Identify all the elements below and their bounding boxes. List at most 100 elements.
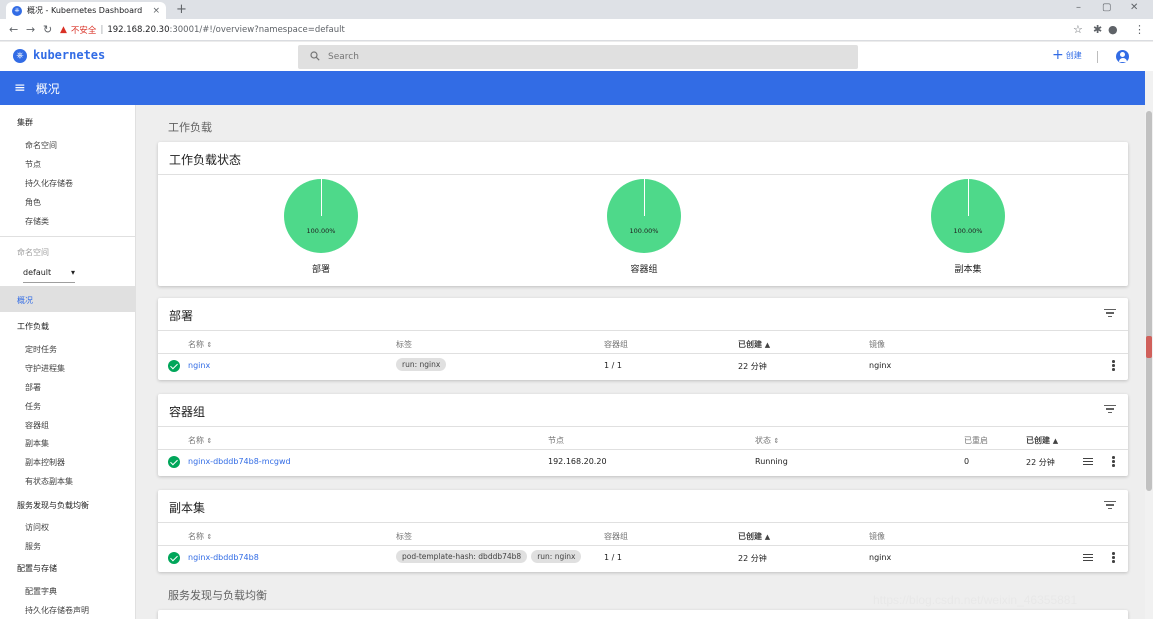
create-button[interactable]: + 创建	[1052, 48, 1082, 62]
more-vert-icon[interactable]	[1112, 552, 1115, 564]
check-circle-icon	[168, 456, 180, 468]
table-row: nginx run: nginx 1 / 1 22 分钟 nginx	[158, 354, 1128, 378]
card-header: 工作负载状态	[158, 142, 1128, 175]
sidebar-item-persistent-volumes[interactable]: 持久化存储卷	[25, 178, 73, 189]
col-created[interactable]: 已创建 ▲	[738, 531, 770, 542]
account-icon[interactable]	[1116, 50, 1129, 63]
pod-name-link[interactable]: nginx-dbddb74b8-mcgwd	[188, 457, 291, 466]
page-scrollbar[interactable]	[1145, 71, 1153, 619]
pie-chart: 100.00%	[931, 179, 1005, 253]
pods-cell: 1 / 1	[604, 553, 622, 562]
logs-icon[interactable]	[1083, 554, 1093, 562]
sidebar-item-cronjobs[interactable]: 定时任务	[25, 344, 57, 355]
search-box[interactable]	[298, 45, 858, 69]
search-input[interactable]	[328, 52, 728, 62]
warning-icon: ▲	[60, 25, 67, 35]
sidebar-item-workloads[interactable]: 工作负载	[17, 321, 49, 332]
sidebar: 集群 命名空间 节点 持久化存储卷 角色 存储类 命名空间 default ▾ …	[0, 105, 136, 619]
bookmark-star-icon[interactable]: ☆	[1073, 23, 1083, 36]
label-chip: pod-template-hash: dbddb74b8	[396, 550, 528, 563]
sidebar-item-overview[interactable]: 概况	[17, 295, 33, 306]
sidebar-item-replication-controllers[interactable]: 副本控制器	[25, 457, 65, 468]
browser-menu-icon[interactable]: ⋮	[1134, 23, 1145, 36]
sidebar-item-namespaces[interactable]: 命名空间	[25, 140, 57, 151]
header-divider	[1097, 51, 1098, 63]
maximize-icon[interactable]: ▢	[1102, 2, 1111, 13]
col-name[interactable]: 名称 ⇕	[188, 531, 212, 542]
sidebar-item-discovery[interactable]: 服务发现与负载均衡	[17, 500, 89, 511]
profile-icon[interactable]: ●	[1108, 23, 1118, 36]
sidebar-item-deployments[interactable]: 部署	[25, 382, 41, 393]
extensions-icon[interactable]: ✱	[1093, 23, 1102, 36]
pods-cell: 1 / 1	[604, 361, 622, 370]
sidebar-item-storage-classes[interactable]: 存储类	[25, 216, 49, 227]
insecure-label: 不安全	[70, 26, 97, 36]
namespace-label: 命名空间	[17, 248, 49, 257]
sidebar-item-cluster[interactable]: 集群	[17, 117, 33, 128]
tab-close-icon[interactable]: ×	[152, 6, 160, 16]
minimize-icon[interactable]: –	[1076, 2, 1081, 13]
sidebar-item-nodes[interactable]: 节点	[25, 159, 41, 170]
col-status[interactable]: 状态 ⇕	[755, 435, 779, 446]
replicaset-name-link[interactable]: nginx-dbddb74b8	[188, 553, 259, 562]
back-icon[interactable]: ←	[9, 23, 18, 36]
sidebar-item-daemonsets[interactable]: 守护进程集	[25, 363, 65, 374]
filter-icon[interactable]	[1104, 501, 1116, 511]
pods-pie[interactable]: 100.00% 容器组	[584, 179, 704, 275]
replicasets-card: 副本集 名称 ⇕ 标签 容器组 已创建 ▲ 镜像 nginx-dbddb74b8…	[158, 490, 1128, 572]
sidebar-item-pods[interactable]: 容器组	[25, 420, 49, 431]
reload-icon[interactable]: ↻	[43, 23, 52, 36]
table-header: 名称 ⇕ 标签 容器组 已创建 ▲ 镜像	[158, 523, 1128, 546]
pie-chart: 100.00%	[284, 179, 358, 253]
sidebar-item-pvcs[interactable]: 持久化存储卷声明	[25, 605, 89, 616]
col-restarts: 已重启	[964, 436, 988, 445]
kubernetes-logo-icon[interactable]: ⎈	[13, 49, 27, 63]
col-images: 镜像	[869, 532, 885, 541]
window-close-icon[interactable]: ✕	[1130, 2, 1138, 13]
tab-title: 概况 - Kubernetes Dashboard	[27, 6, 143, 15]
sidebar-item-ingresses[interactable]: 访问权	[25, 522, 49, 533]
brand-name[interactable]: kubernetes	[33, 48, 105, 62]
more-vert-icon[interactable]	[1112, 360, 1115, 372]
sidebar-item-replicasets[interactable]: 副本集	[25, 438, 49, 449]
browser-tab[interactable]: ⎈ 概况 - Kubernetes Dashboard ×	[6, 2, 166, 19]
more-vert-icon[interactable]	[1112, 456, 1115, 468]
card-header: 容器组	[158, 394, 1128, 427]
col-created[interactable]: 已创建 ▲	[738, 339, 770, 350]
col-name[interactable]: 名称 ⇕	[188, 339, 212, 350]
new-tab-button[interactable]: +	[176, 2, 187, 17]
browser-tabbar: ⎈ 概况 - Kubernetes Dashboard × + – ▢ ✕	[0, 0, 1153, 19]
create-label: 创建	[1065, 50, 1082, 60]
col-name[interactable]: 名称 ⇕	[188, 435, 212, 446]
logs-icon[interactable]	[1083, 458, 1093, 466]
pie-label: 容器组	[630, 265, 658, 275]
sidebar-item-config[interactable]: 配置与存储	[17, 563, 57, 574]
col-labels: 标签	[396, 340, 412, 349]
namespace-select[interactable]: default ▾	[23, 263, 75, 283]
namespace-value: default	[23, 268, 52, 277]
discovery-section-title: 服务发现与负载均衡	[168, 589, 267, 602]
filter-icon[interactable]	[1104, 309, 1116, 319]
forward-icon[interactable]: →	[26, 23, 35, 36]
pie-percent: 100.00%	[306, 227, 336, 235]
sidebar-item-roles[interactable]: 角色	[25, 197, 41, 208]
discovery-card	[158, 610, 1128, 619]
deployment-name-link[interactable]: nginx	[188, 361, 210, 370]
sidebar-item-statefulsets[interactable]: 有状态副本集	[25, 476, 73, 487]
scrollbar-thumb[interactable]	[1146, 111, 1152, 491]
sidebar-item-jobs[interactable]: 任务	[25, 401, 41, 412]
deployments-pie[interactable]: 100.00% 部署	[261, 179, 381, 275]
table-header: 名称 ⇕ 标签 容器组 已创建 ▲ 镜像	[158, 331, 1128, 354]
filter-icon[interactable]	[1104, 405, 1116, 415]
replicasets-pie[interactable]: 100.00% 副本集	[908, 179, 1028, 275]
sidebar-item-configmaps[interactable]: 配置字典	[25, 586, 57, 597]
pie-label: 副本集	[954, 265, 982, 275]
labels-cell: pod-template-hash: dbddb74b8 run: nginx	[396, 550, 585, 563]
card-title: 容器组	[169, 405, 206, 419]
table-row: nginx-dbddb74b8 pod-template-hash: dbddb…	[158, 546, 1128, 570]
sidebar-item-services[interactable]: 服务	[25, 541, 41, 552]
url-field[interactable]: ▲ 不安全 | 192.168.20.30:30001/#!/overview?…	[60, 22, 1060, 38]
table-row: nginx-dbddb74b8-mcgwd 192.168.20.20 Runn…	[158, 450, 1128, 474]
col-created[interactable]: 已创建 ▲	[1026, 435, 1058, 446]
menu-icon[interactable]: ≡	[14, 80, 26, 96]
